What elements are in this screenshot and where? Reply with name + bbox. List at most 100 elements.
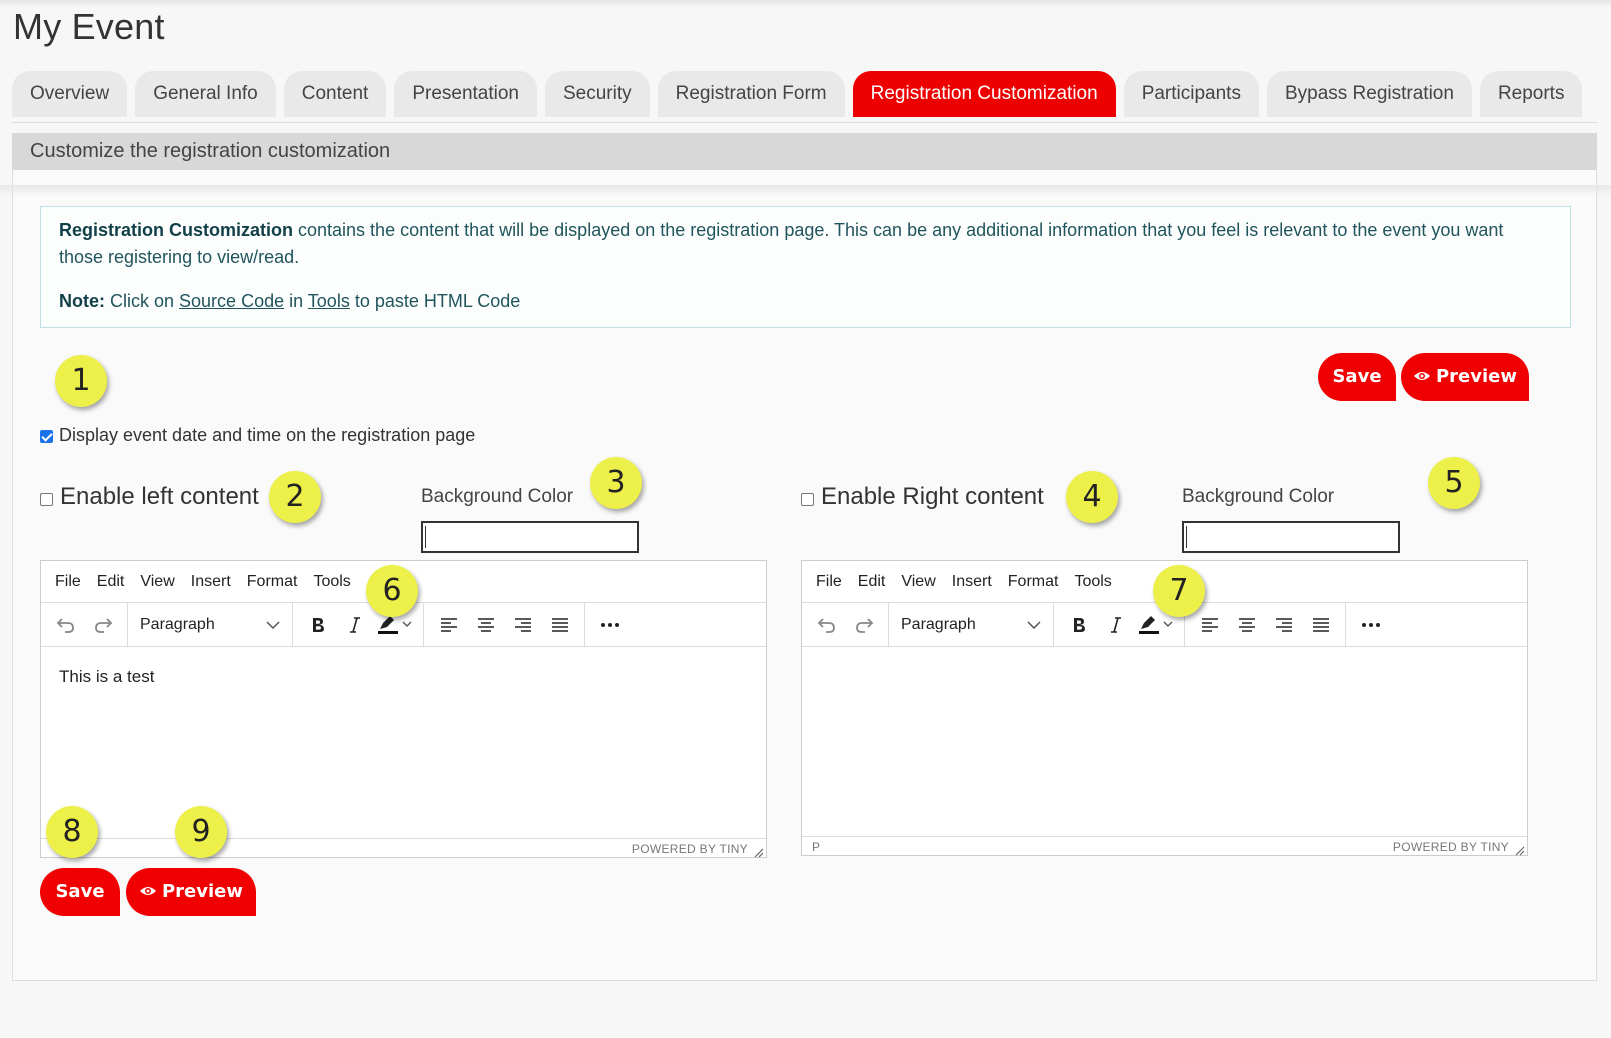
element-path: P — [812, 840, 821, 854]
powered-by-tiny[interactable]: POWERED BY TINY — [1393, 840, 1509, 854]
editor-content-area[interactable]: P POWERED BY TINY — [802, 647, 1527, 857]
bold-icon[interactable] — [299, 608, 336, 642]
tab-bar: Overview General Info Content Presentati… — [12, 71, 1590, 117]
align-right-icon[interactable] — [1265, 608, 1302, 642]
undo-icon[interactable] — [808, 608, 845, 642]
right-bg-color-label: Background Color — [1182, 486, 1335, 507]
callout-badge-4: 4 — [1066, 471, 1118, 523]
redo-icon[interactable] — [84, 608, 121, 642]
display-date-label: Display event date and time on the regis… — [59, 425, 476, 445]
info-box: Registration Customization contains the … — [40, 206, 1571, 328]
align-center-icon[interactable] — [467, 608, 504, 642]
menu-insert[interactable]: Insert — [952, 573, 992, 591]
info-lead: Registration Customization — [59, 220, 294, 240]
menu-file[interactable]: File — [55, 573, 81, 591]
chevron-down-icon — [1027, 616, 1041, 634]
resize-handle-icon[interactable] — [754, 847, 764, 858]
align-justify-icon[interactable] — [541, 608, 578, 642]
save-label: Save — [1332, 366, 1382, 387]
save-label: Save — [55, 881, 105, 902]
save-button-top[interactable]: Save — [1318, 353, 1396, 401]
menu-insert[interactable]: Insert — [191, 573, 231, 591]
preview-label: Preview — [161, 881, 244, 902]
menu-file[interactable]: File — [816, 573, 842, 591]
callout-badge-3: 3 — [590, 457, 642, 509]
callout-badge-7: 7 — [1153, 565, 1205, 617]
menu-edit[interactable]: Edit — [97, 573, 125, 591]
callout-badge-1: 1 — [55, 355, 107, 407]
more-icon[interactable] — [1352, 608, 1389, 642]
menu-edit[interactable]: Edit — [858, 573, 886, 591]
note-pre: Click on — [105, 291, 180, 311]
menu-view[interactable]: View — [901, 573, 935, 591]
enable-right-checkbox[interactable] — [801, 493, 814, 506]
bold-icon[interactable] — [1060, 608, 1097, 642]
tab-registration-customization[interactable]: Registration Customization — [852, 71, 1116, 117]
powered-by-tiny[interactable]: POWERED BY TINY — [632, 842, 748, 856]
tab-security[interactable]: Security — [545, 71, 650, 117]
top-shadow — [0, 0, 1611, 8]
tools-link[interactable]: Tools — [308, 291, 350, 311]
tab-divider — [12, 122, 1598, 123]
menu-view[interactable]: View — [140, 573, 174, 591]
note-label: Note: — [59, 291, 105, 311]
editor-statusbar: P POWERED BY TINY — [802, 836, 1527, 857]
menu-tools[interactable]: Tools — [1074, 573, 1111, 591]
left-bg-color-label: Background Color — [421, 486, 574, 507]
redo-icon[interactable] — [845, 608, 882, 642]
block-format-value: Paragraph — [140, 615, 215, 633]
undo-icon[interactable] — [47, 608, 84, 642]
right-bg-color-input[interactable] — [1182, 521, 1400, 553]
align-justify-icon[interactable] — [1302, 608, 1339, 642]
preview-label: Preview — [1435, 366, 1518, 387]
menu-format[interactable]: Format — [247, 573, 298, 591]
tab-registration-form[interactable]: Registration Form — [657, 71, 845, 117]
tab-content[interactable]: Content — [283, 71, 387, 117]
callout-badge-5: 5 — [1428, 457, 1480, 509]
page-title: My Event — [13, 6, 165, 47]
panel-heading: Customize the registration customization — [12, 133, 1597, 170]
callout-badge-9: 9 — [175, 806, 227, 858]
eye-icon — [1413, 353, 1431, 401]
tab-bypass-registration[interactable]: Bypass Registration — [1266, 71, 1472, 117]
menu-format[interactable]: Format — [1008, 573, 1059, 591]
italic-icon[interactable] — [336, 608, 373, 642]
enable-right-label: Enable Right content — [821, 483, 1044, 510]
align-left-icon[interactable] — [1191, 608, 1228, 642]
save-button-bottom[interactable]: Save — [40, 868, 120, 916]
tab-general-info[interactable]: General Info — [135, 71, 276, 117]
italic-icon[interactable] — [1097, 608, 1134, 642]
align-center-icon[interactable] — [1228, 608, 1265, 642]
chevron-down-icon — [266, 616, 280, 634]
display-date-checkbox[interactable] — [40, 430, 53, 443]
note-mid: in — [284, 291, 308, 311]
text-caret — [1186, 526, 1187, 548]
tab-presentation[interactable]: Presentation — [394, 71, 537, 117]
block-format-select[interactable]: Paragraph — [895, 608, 1047, 642]
sticky-header-shadow — [0, 185, 1611, 197]
editor-statusbar: POWERED BY TINY — [41, 838, 766, 859]
tab-overview[interactable]: Overview — [12, 71, 128, 117]
enable-left-label: Enable left content — [60, 483, 259, 510]
callout-badge-2: 2 — [269, 471, 321, 523]
block-format-select[interactable]: Paragraph — [134, 608, 286, 642]
editor-text: This is a test — [59, 667, 155, 686]
more-icon[interactable] — [591, 608, 628, 642]
align-right-icon[interactable] — [504, 608, 541, 642]
block-format-value: Paragraph — [901, 615, 976, 633]
tab-participants[interactable]: Participants — [1123, 71, 1259, 117]
text-caret — [425, 526, 426, 548]
source-code-link[interactable]: Source Code — [179, 291, 284, 311]
menu-tools[interactable]: Tools — [313, 573, 350, 591]
callout-badge-8: 8 — [46, 806, 98, 858]
enable-left-checkbox[interactable] — [40, 493, 53, 506]
tab-reports[interactable]: Reports — [1479, 71, 1583, 117]
note-post: to paste HTML Code — [349, 291, 521, 311]
left-bg-color-input[interactable] — [421, 521, 639, 553]
preview-button-top[interactable]: Preview — [1401, 353, 1529, 401]
editor-content-area[interactable]: This is a test POWERED BY TINY — [41, 647, 766, 859]
preview-button-bottom[interactable]: Preview — [126, 868, 256, 916]
eye-icon — [139, 868, 157, 916]
resize-handle-icon[interactable] — [1515, 845, 1525, 856]
align-left-icon[interactable] — [430, 608, 467, 642]
